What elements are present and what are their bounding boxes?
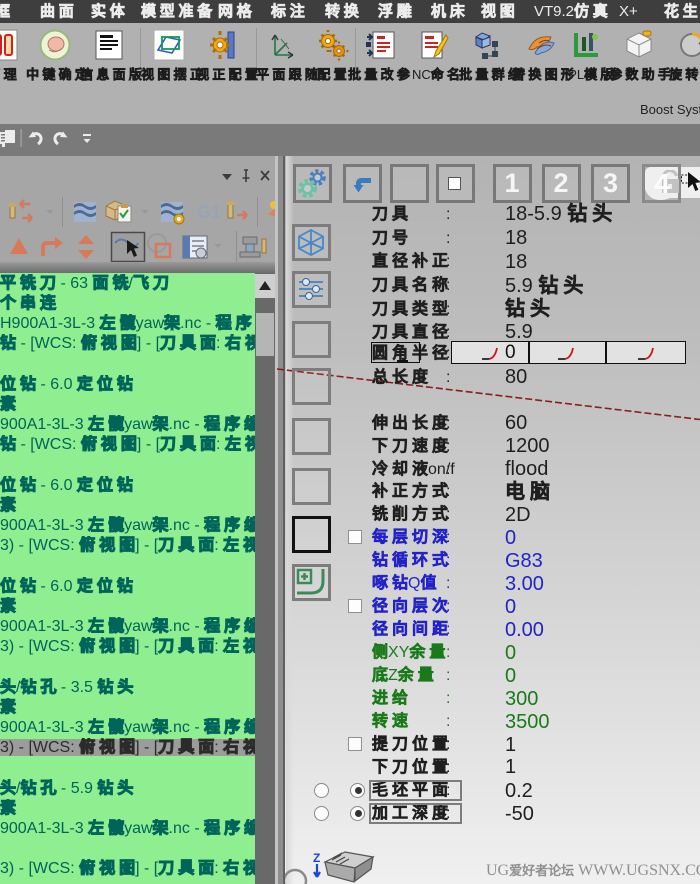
svg-text:Z: Z [313,851,320,865]
svg-text:G1: G1 [197,202,221,222]
